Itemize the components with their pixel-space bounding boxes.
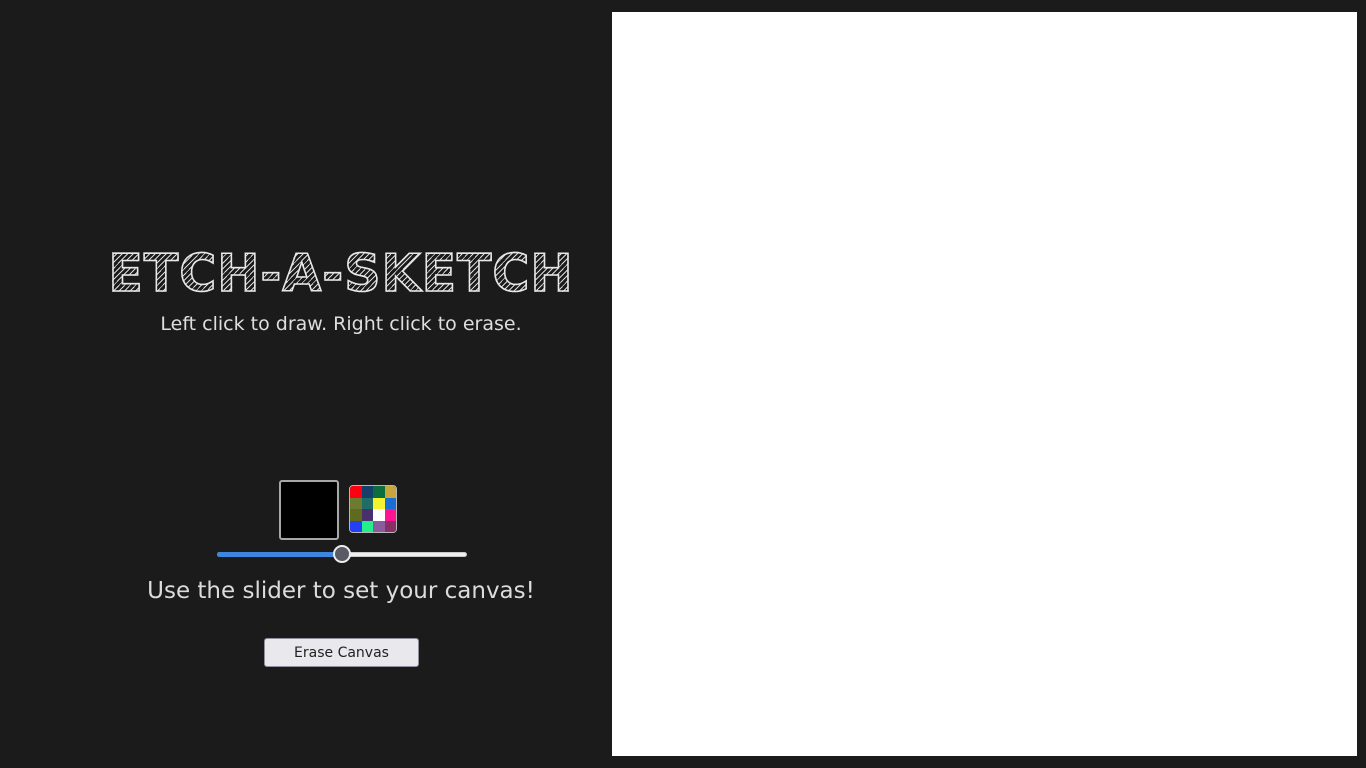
slider-fill [217, 552, 342, 557]
instructions-text: Left click to draw. Right click to erase… [160, 313, 522, 335]
palette-swatch [361, 486, 373, 498]
palette-swatch [350, 520, 362, 532]
erase-canvas-button[interactable]: Erase Canvas [264, 638, 419, 667]
slider-thumb[interactable] [333, 545, 351, 563]
drawing-canvas[interactable] [612, 12, 1357, 756]
grid-size-slider[interactable] [217, 545, 467, 565]
palette-swatch [373, 497, 385, 509]
palette-swatch [350, 486, 362, 498]
palette-swatch [361, 520, 373, 532]
slider-hint: Use the slider to set your canvas! [147, 578, 535, 604]
palette-swatch [350, 497, 362, 509]
palette-swatch [373, 509, 385, 521]
palette-swatch [384, 520, 396, 532]
palette-swatch [350, 509, 362, 521]
page-title: ETCH-A-SKETCH [10, 243, 672, 305]
palette-swatch [384, 497, 396, 509]
palette-swatch [361, 509, 373, 521]
app-root: ETCH-A-SKETCH Left click to draw. Right … [0, 0, 1366, 768]
color-palette-button[interactable] [349, 485, 397, 533]
palette-swatch [361, 497, 373, 509]
palette-swatch [384, 509, 396, 521]
palette-swatch [384, 486, 396, 498]
palette-swatch [373, 520, 385, 532]
current-color-swatch[interactable] [279, 480, 339, 540]
palette-swatch [373, 486, 385, 498]
